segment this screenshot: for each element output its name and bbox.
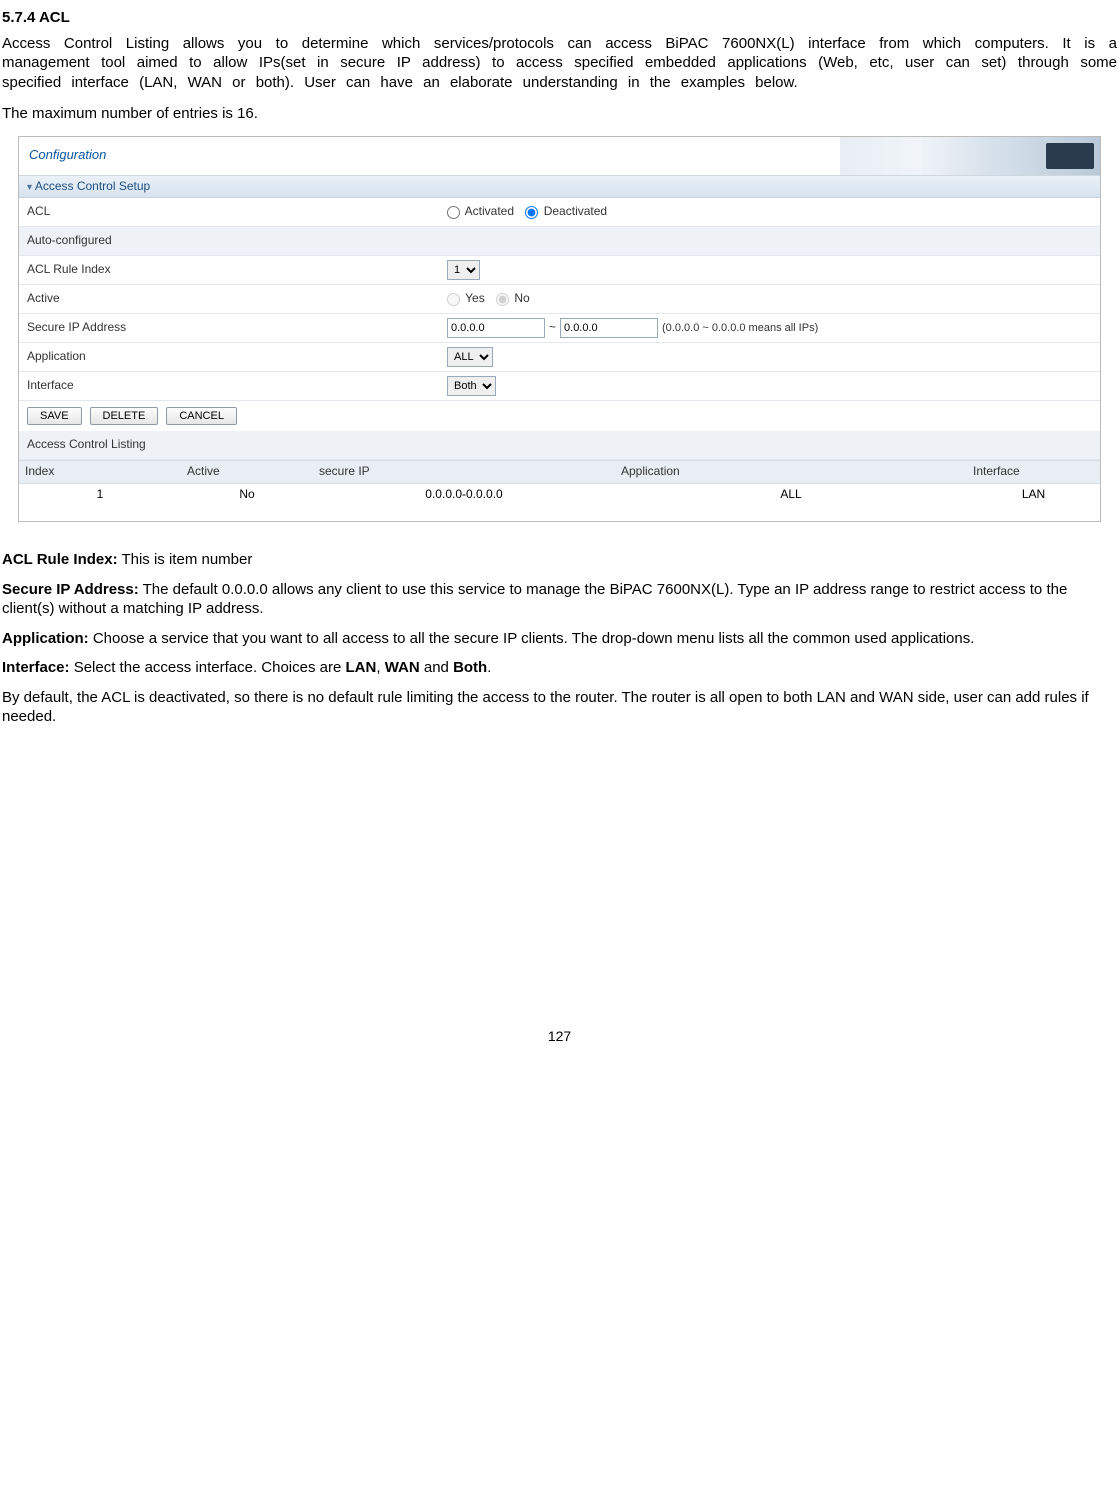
secureip-label: Secure IP Address bbox=[27, 320, 447, 336]
listing-title-row: Access Control Listing bbox=[19, 431, 1100, 460]
hdr-interface: Interface bbox=[967, 461, 1100, 483]
hdr-index: Index bbox=[19, 461, 181, 483]
def-ruleindex: ACL Rule Index: This is item number bbox=[2, 550, 1117, 570]
app-select[interactable]: ALL bbox=[447, 347, 493, 367]
listing-row: 1 No 0.0.0.0-0.0.0.0 ALL LAN bbox=[19, 484, 1100, 506]
secureip-hint: (0.0.0.0 ~ 0.0.0.0 means all IPs) bbox=[662, 321, 818, 335]
row-secureip: Secure IP Address ~ (0.0.0.0 ~ 0.0.0.0 m… bbox=[19, 314, 1100, 343]
save-button[interactable]: SAVE bbox=[27, 407, 82, 425]
def-application-term: Application: bbox=[2, 630, 89, 647]
row-application: Application ALL bbox=[19, 343, 1100, 372]
def-interface-wan: WAN bbox=[385, 659, 420, 676]
acl-activated-radio[interactable] bbox=[447, 206, 460, 219]
def-ruleindex-term: ACL Rule Index: bbox=[2, 551, 118, 568]
row-autoconfigured: Auto-configured bbox=[19, 227, 1100, 256]
app-label: Application bbox=[27, 349, 447, 365]
def-application-text: Choose a service that you want to all ac… bbox=[89, 630, 975, 647]
tilde-sep: ~ bbox=[549, 320, 556, 336]
secureip-from-input[interactable] bbox=[447, 318, 545, 338]
active-yes-radio[interactable] bbox=[447, 293, 460, 306]
def-application: Application: Choose a service that you w… bbox=[2, 629, 1117, 649]
def-interface-lan: LAN bbox=[346, 659, 377, 676]
hdr-active: Active bbox=[181, 461, 313, 483]
iface-select[interactable]: Both bbox=[447, 376, 496, 396]
def-interface-both: Both bbox=[453, 659, 487, 676]
acl-deactivated-option[interactable]: Deactivated bbox=[525, 204, 607, 220]
secureip-to-input[interactable] bbox=[560, 318, 658, 338]
def-note: By default, the ACL is deactivated, so t… bbox=[2, 688, 1117, 727]
ruleidx-label: ACL Rule Index bbox=[27, 262, 447, 278]
definitions: ACL Rule Index: This is item number Secu… bbox=[2, 550, 1117, 727]
section-bar: Access Control Setup bbox=[19, 176, 1100, 199]
config-header: Configuration bbox=[19, 137, 1100, 176]
cell-application: ALL bbox=[615, 484, 967, 506]
button-row: SAVE DELETE CANCEL bbox=[19, 401, 1100, 431]
def-secureip: Secure IP Address: The default 0.0.0.0 a… bbox=[2, 580, 1117, 619]
cell-interface: LAN bbox=[967, 484, 1100, 506]
delete-button[interactable]: DELETE bbox=[90, 407, 159, 425]
page-number: 127 bbox=[2, 1027, 1117, 1045]
def-interface-term: Interface: bbox=[2, 659, 70, 676]
active-no-text: No bbox=[514, 291, 529, 305]
acl-label: ACL bbox=[27, 204, 447, 220]
active-yes-option[interactable]: Yes bbox=[447, 291, 485, 307]
max-entries-note: The maximum number of entries is 16. bbox=[2, 104, 1117, 124]
active-yes-text: Yes bbox=[465, 291, 485, 305]
cell-secureip: 0.0.0.0-0.0.0.0 bbox=[313, 484, 615, 506]
row-interface: Interface Both bbox=[19, 372, 1100, 401]
iface-label: Interface bbox=[27, 378, 447, 394]
row-acl: ACL Activated Deactivated bbox=[19, 198, 1100, 227]
autoconf-label: Auto-configured bbox=[27, 233, 447, 249]
def-interface: Interface: Select the access interface. … bbox=[2, 658, 1117, 678]
cell-active: No bbox=[181, 484, 313, 506]
config-screenshot: Configuration Access Control Setup ACL A… bbox=[18, 136, 1101, 523]
row-active: Active Yes No bbox=[19, 285, 1100, 314]
def-ruleindex-text: This is item number bbox=[118, 551, 253, 568]
hdr-secureip: secure IP bbox=[313, 461, 615, 483]
def-secureip-text: The default 0.0.0.0 allows any client to… bbox=[2, 581, 1067, 618]
cell-index: 1 bbox=[19, 484, 181, 506]
listing-header: Index Active secure IP Application Inter… bbox=[19, 460, 1100, 484]
intro-paragraph: Access Control Listing allows you to det… bbox=[2, 34, 1117, 93]
def-interface-text1: Select the access interface. Choices are bbox=[70, 659, 346, 676]
acl-activated-text: Activated bbox=[465, 204, 514, 218]
acl-deactivated-text: Deactivated bbox=[544, 204, 607, 218]
active-no-radio[interactable] bbox=[496, 293, 509, 306]
ruleidx-select[interactable]: 1 bbox=[447, 260, 480, 280]
def-interface-sep2: and bbox=[420, 659, 453, 676]
listing-title: Access Control Listing bbox=[27, 437, 447, 453]
active-no-option[interactable]: No bbox=[496, 291, 530, 307]
config-title: Configuration bbox=[29, 147, 106, 164]
cancel-button[interactable]: CANCEL bbox=[166, 407, 237, 425]
def-interface-sep1: , bbox=[376, 659, 384, 676]
active-label: Active bbox=[27, 291, 447, 307]
header-decoration bbox=[840, 137, 1100, 175]
acl-activated-option[interactable]: Activated bbox=[447, 204, 514, 220]
hdr-application: Application bbox=[615, 461, 967, 483]
def-secureip-term: Secure IP Address: bbox=[2, 581, 139, 598]
row-ruleindex: ACL Rule Index 1 bbox=[19, 256, 1100, 285]
def-interface-end: . bbox=[487, 659, 491, 676]
acl-deactivated-radio[interactable] bbox=[525, 206, 538, 219]
section-heading: 5.7.4 ACL bbox=[2, 8, 1117, 28]
